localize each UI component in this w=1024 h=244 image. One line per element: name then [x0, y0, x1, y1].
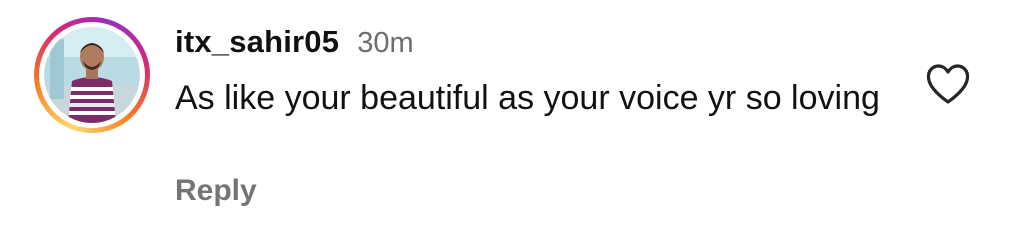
comment-timestamp: 30m — [357, 27, 414, 59]
story-ring[interactable] — [34, 17, 150, 133]
avatar-border — [39, 22, 145, 128]
comment-text: As like your beautiful as your voice yr … — [175, 79, 880, 117]
comment-item: itx_sahir05 30m As like your beautiful a… — [0, 0, 1024, 244]
reply-button[interactable]: Reply — [175, 174, 257, 208]
comment-header: itx_sahir05 30m — [175, 24, 414, 60]
avatar[interactable] — [44, 27, 140, 123]
heart-outline-icon[interactable] — [924, 62, 972, 106]
username-link[interactable]: itx_sahir05 — [175, 24, 339, 60]
